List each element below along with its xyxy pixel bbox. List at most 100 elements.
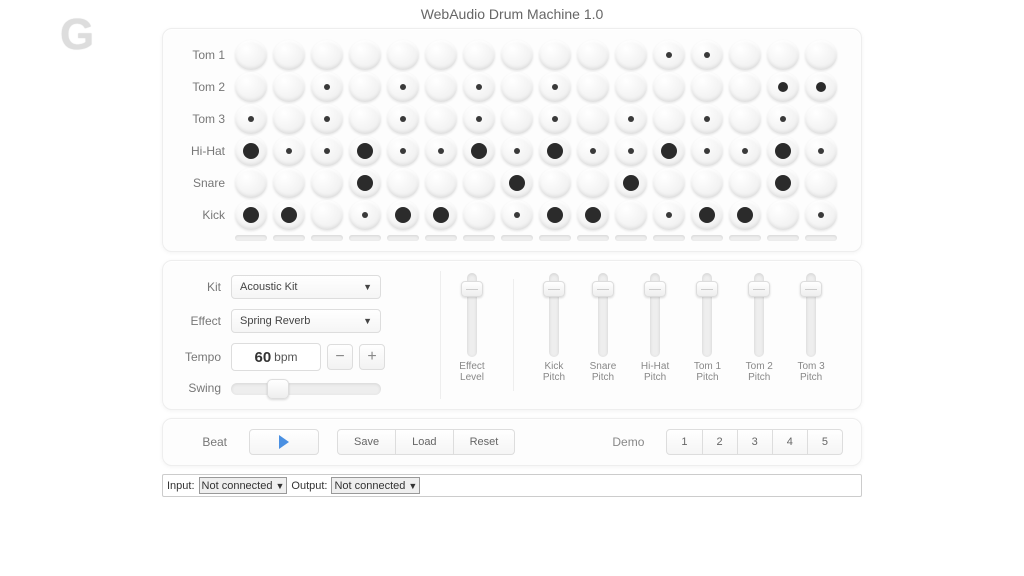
step-cell[interactable]: [653, 136, 685, 166]
step-cell[interactable]: [387, 72, 419, 102]
step-cell[interactable]: [273, 136, 305, 166]
step-cell[interactable]: [653, 168, 685, 198]
step-cell[interactable]: [349, 200, 381, 230]
step-cell[interactable]: [805, 168, 837, 198]
slider-thumb[interactable]: [644, 281, 666, 297]
slider-thumb[interactable]: [592, 281, 614, 297]
demo-button-5[interactable]: 5: [808, 429, 843, 455]
step-cell[interactable]: [805, 104, 837, 134]
step-cell[interactable]: [539, 200, 571, 230]
slider-thumb[interactable]: [696, 281, 718, 297]
reset-button[interactable]: Reset: [454, 429, 516, 455]
step-cell[interactable]: [653, 200, 685, 230]
swing-thumb[interactable]: [267, 379, 289, 399]
vertical-slider[interactable]: [549, 273, 559, 357]
swing-slider[interactable]: [231, 383, 381, 395]
step-cell[interactable]: [539, 72, 571, 102]
step-cell[interactable]: [805, 40, 837, 70]
step-cell[interactable]: [311, 200, 343, 230]
step-cell[interactable]: [577, 40, 609, 70]
step-cell[interactable]: [653, 72, 685, 102]
step-cell[interactable]: [767, 200, 799, 230]
step-cell[interactable]: [615, 40, 647, 70]
step-cell[interactable]: [805, 200, 837, 230]
step-cell[interactable]: [235, 72, 267, 102]
step-cell[interactable]: [463, 168, 495, 198]
demo-button-2[interactable]: 2: [703, 429, 738, 455]
step-cell[interactable]: [805, 136, 837, 166]
load-button[interactable]: Load: [396, 429, 453, 455]
save-button[interactable]: Save: [337, 429, 396, 455]
play-button[interactable]: [249, 429, 319, 455]
step-cell[interactable]: [577, 168, 609, 198]
step-cell[interactable]: [425, 200, 457, 230]
demo-button-4[interactable]: 4: [773, 429, 808, 455]
step-cell[interactable]: [387, 136, 419, 166]
step-cell[interactable]: [463, 104, 495, 134]
step-cell[interactable]: [349, 104, 381, 134]
step-cell[interactable]: [615, 104, 647, 134]
step-cell[interactable]: [349, 168, 381, 198]
slider-thumb[interactable]: [461, 281, 483, 297]
step-cell[interactable]: [425, 40, 457, 70]
vertical-slider[interactable]: [754, 273, 764, 357]
step-cell[interactable]: [387, 168, 419, 198]
step-cell[interactable]: [501, 104, 533, 134]
step-cell[interactable]: [463, 136, 495, 166]
input-select[interactable]: Not connected: [199, 477, 288, 494]
step-cell[interactable]: [729, 40, 761, 70]
step-cell[interactable]: [615, 200, 647, 230]
step-cell[interactable]: [539, 40, 571, 70]
step-cell[interactable]: [463, 200, 495, 230]
step-cell[interactable]: [425, 72, 457, 102]
step-cell[interactable]: [273, 168, 305, 198]
output-select[interactable]: Not connected: [331, 477, 420, 494]
step-cell[interactable]: [577, 200, 609, 230]
step-cell[interactable]: [235, 40, 267, 70]
step-cell[interactable]: [653, 40, 685, 70]
step-cell[interactable]: [349, 72, 381, 102]
step-cell[interactable]: [767, 136, 799, 166]
vertical-slider[interactable]: [806, 273, 816, 357]
step-cell[interactable]: [539, 168, 571, 198]
step-cell[interactable]: [729, 136, 761, 166]
step-cell[interactable]: [653, 104, 685, 134]
demo-button-3[interactable]: 3: [738, 429, 773, 455]
step-cell[interactable]: [767, 40, 799, 70]
step-cell[interactable]: [729, 104, 761, 134]
step-cell[interactable]: [235, 200, 267, 230]
step-cell[interactable]: [539, 136, 571, 166]
tempo-decrease-button[interactable]: −: [327, 344, 353, 370]
step-cell[interactable]: [311, 104, 343, 134]
step-cell[interactable]: [311, 136, 343, 166]
step-cell[interactable]: [805, 72, 837, 102]
step-cell[interactable]: [463, 40, 495, 70]
step-cell[interactable]: [501, 72, 533, 102]
demo-button-1[interactable]: 1: [666, 429, 702, 455]
step-cell[interactable]: [615, 168, 647, 198]
step-cell[interactable]: [767, 104, 799, 134]
step-cell[interactable]: [463, 72, 495, 102]
step-cell[interactable]: [387, 104, 419, 134]
effect-select[interactable]: Spring Reverb: [231, 309, 381, 333]
kit-select[interactable]: Acoustic Kit: [231, 275, 381, 299]
step-cell[interactable]: [577, 72, 609, 102]
step-cell[interactable]: [349, 40, 381, 70]
step-cell[interactable]: [767, 72, 799, 102]
step-cell[interactable]: [235, 136, 267, 166]
step-cell[interactable]: [425, 136, 457, 166]
step-cell[interactable]: [501, 168, 533, 198]
slider-thumb[interactable]: [748, 281, 770, 297]
step-cell[interactable]: [311, 168, 343, 198]
slider-thumb[interactable]: [543, 281, 565, 297]
step-cell[interactable]: [501, 200, 533, 230]
vertical-slider[interactable]: [467, 273, 477, 357]
step-cell[interactable]: [425, 168, 457, 198]
step-cell[interactable]: [273, 104, 305, 134]
step-cell[interactable]: [235, 168, 267, 198]
step-cell[interactable]: [691, 40, 723, 70]
step-cell[interactable]: [501, 40, 533, 70]
step-cell[interactable]: [425, 104, 457, 134]
step-cell[interactable]: [577, 136, 609, 166]
step-cell[interactable]: [729, 168, 761, 198]
